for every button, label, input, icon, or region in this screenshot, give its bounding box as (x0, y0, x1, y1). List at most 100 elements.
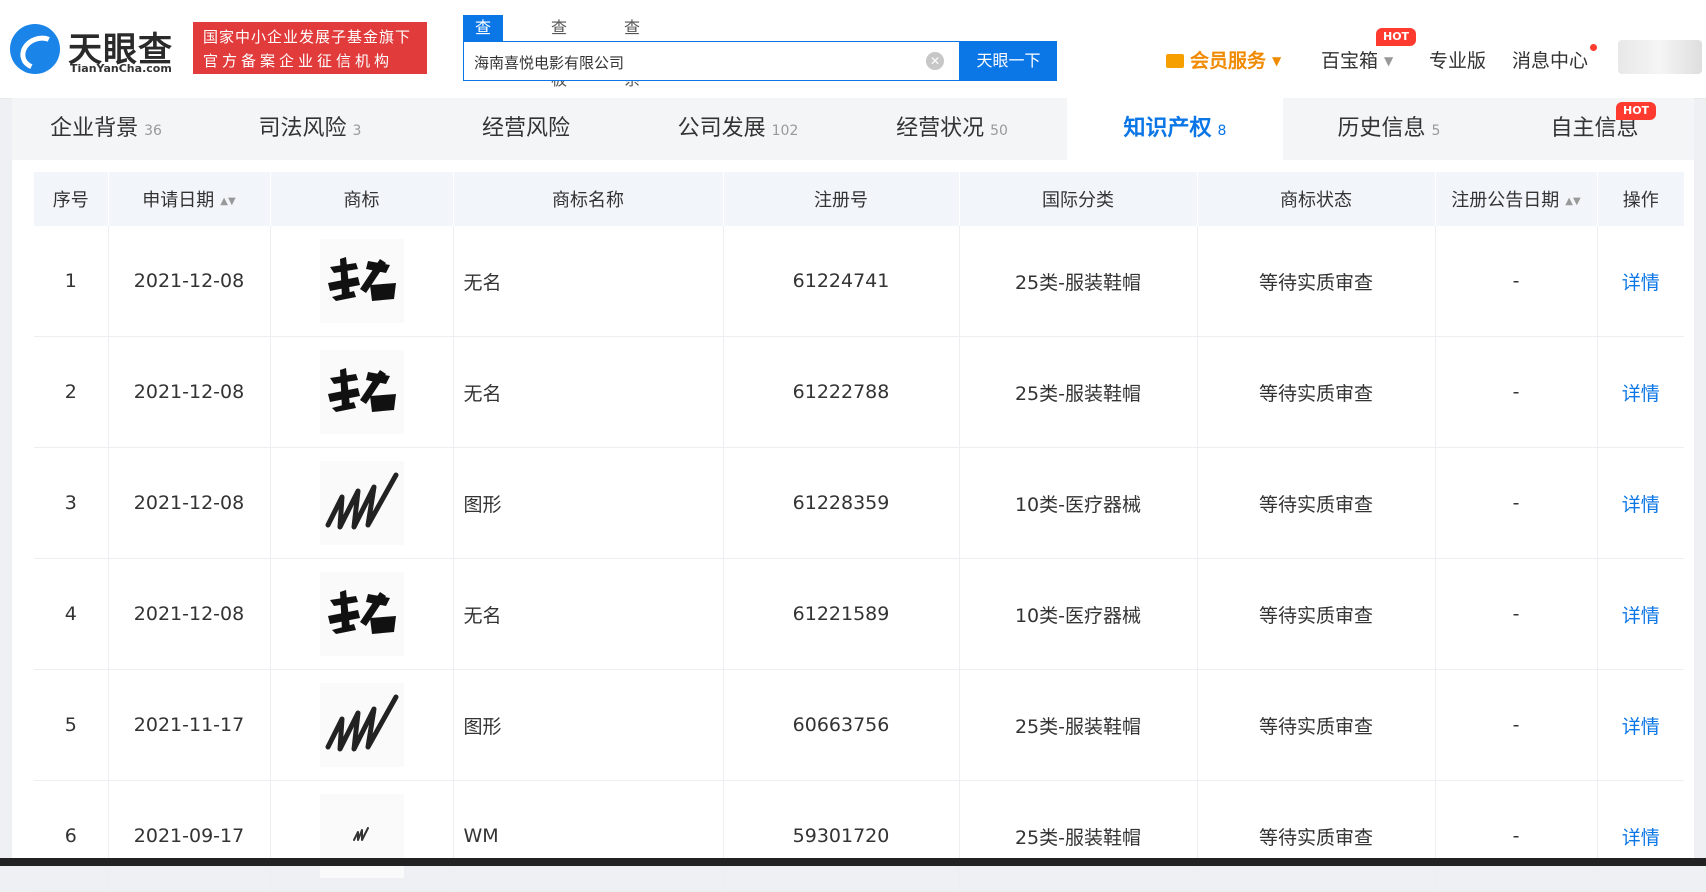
cell-reg-no: 61222788 (723, 336, 960, 448)
tab-history-info[interactable]: 历史信息 5 (1283, 98, 1495, 160)
pro-version-link[interactable]: 专业版 (1429, 46, 1486, 73)
table-header-row: 序号 申请日期 ▲▼ 商标 商标名称 注册号 国际分类 商标状态 注册公告日期 ▲▼… (34, 172, 1684, 226)
cell-reg-no: 59301720 (723, 780, 960, 892)
message-center-link[interactable]: 消息中心 (1512, 46, 1588, 73)
scribble-trademark-image[interactable] (319, 683, 404, 767)
tab-count: 8 (1217, 123, 1227, 139)
tab-label: 公司发展 (677, 116, 766, 141)
tab-label: 知识产权 (1123, 116, 1212, 141)
self-info-hot-badge: HOT (1616, 102, 1657, 120)
chevron-down-icon: ▼ (1384, 54, 1394, 68)
cell-no: 5 (34, 669, 109, 781)
cell-pub-date: - (1435, 226, 1598, 337)
col-header-no: 序号 (34, 172, 109, 226)
table-row: 4 2021-12-08 无名 61221589 10类-医疗器械 等待实质审查… (34, 558, 1684, 670)
tab-company-development[interactable]: 公司发展 102 (632, 98, 844, 160)
bottom-edge (0, 858, 1706, 866)
top-header: 天眼查 TianYanCha.com 国家中小企业发展子基金旗下 官方备案企业征… (0, 0, 1706, 99)
detail-link[interactable]: 详情 (1597, 558, 1684, 670)
cell-trademark (270, 226, 454, 337)
tab-judicial-risk[interactable]: 司法风险 3 (200, 98, 420, 160)
sort-icon[interactable]: ▲▼ (220, 196, 235, 207)
cell-status: 等待实质审查 (1197, 780, 1436, 892)
detail-link[interactable]: 详情 (1597, 447, 1684, 559)
wuming-trademark-image[interactable] (319, 239, 404, 323)
col-header-pub-date[interactable]: 注册公告日期 ▲▼ (1435, 172, 1598, 226)
crown-icon (1166, 54, 1184, 68)
toolbox-hot-badge: HOT (1376, 28, 1417, 46)
tab-self-info[interactable]: 自主信息 (1495, 98, 1694, 160)
clear-icon[interactable]: ✕ (926, 52, 944, 70)
detail-link[interactable]: 详情 (1597, 669, 1684, 781)
search-box: ✕ (463, 41, 960, 81)
detail-link[interactable]: 详情 (1597, 226, 1684, 337)
cell-intl-class: 25类-服装鞋帽 (959, 669, 1198, 781)
cell-no: 1 (34, 226, 109, 337)
tab-count: 3 (352, 123, 362, 139)
search-input[interactable] (472, 50, 916, 74)
cell-intl-class: 25类-服装鞋帽 (959, 336, 1198, 448)
cell-no: 3 (34, 447, 109, 559)
trademark-table: 序号 申请日期 ▲▼ 商标 商标名称 注册号 国际分类 商标状态 注册公告日期 ▲▼… (34, 172, 1684, 892)
cell-no: 2 (34, 336, 109, 448)
cell-reg-no: 61228359 (723, 447, 960, 559)
cell-status: 等待实质审查 (1197, 558, 1436, 670)
col-header-intl-class: 国际分类 (959, 172, 1198, 226)
scribble-trademark-image[interactable] (319, 461, 404, 545)
slogan-line-2: 官方备案企业征信机构 (203, 52, 394, 70)
cell-apply-date: 2021-11-17 (108, 669, 271, 781)
col-header-action: 操作 (1597, 172, 1684, 226)
cell-trademark-name: 无名 (453, 226, 724, 337)
tab-intellectual-property[interactable]: 知识产权 8 (1067, 98, 1283, 160)
table-row: 2 2021-12-08 无名 61222788 25类-服装鞋帽 等待实质审查… (34, 336, 1684, 448)
cell-trademark (270, 447, 454, 559)
table-row: 5 2021-11-17 图形 60663756 25类-服装鞋帽 等待实质审查… (34, 669, 1684, 781)
wuming-trademark-image[interactable] (319, 572, 404, 656)
toolbox-menu[interactable]: 百宝箱 ▼ (1321, 46, 1393, 73)
cell-trademark (270, 780, 454, 892)
avatar[interactable] (1618, 40, 1702, 74)
cell-pub-date: - (1435, 780, 1598, 892)
eye-logo-icon (10, 24, 60, 74)
cell-apply-date: 2021-12-08 (108, 447, 271, 559)
cell-reg-no: 61224741 (723, 226, 960, 337)
cell-intl-class: 25类-服装鞋帽 (959, 226, 1198, 337)
cell-status: 等待实质审查 (1197, 226, 1436, 337)
chevron-down-icon: ▼ (1272, 54, 1282, 68)
search-button[interactable]: 天眼一下 (960, 41, 1057, 81)
search-tab-relation[interactable]: 查关系 (624, 15, 640, 89)
table-row: 3 2021-12-08 图形 61228359 10类-医疗器械 等待实质审查… (34, 447, 1684, 559)
cell-pub-date: - (1435, 336, 1598, 448)
cell-intl-class: 25类-服装鞋帽 (959, 780, 1198, 892)
cell-trademark-name: WM (453, 780, 724, 892)
tab-count: 36 (144, 123, 162, 139)
member-service-menu[interactable]: 会员服务 ▼ (1166, 46, 1281, 73)
site-logo[interactable]: 天眼查 TianYanCha.com (10, 22, 182, 76)
tab-label: 司法风险 (258, 116, 347, 141)
cell-apply-date: 2021-12-08 (108, 558, 271, 670)
cell-trademark (270, 336, 454, 448)
cell-trademark (270, 558, 454, 670)
cell-pub-date: - (1435, 558, 1598, 670)
cell-intl-class: 10类-医疗器械 (959, 558, 1198, 670)
wuming-trademark-image[interactable] (319, 350, 404, 434)
tab-label: 经营风险 (481, 116, 570, 141)
col-header-label: 申请日期 (142, 190, 215, 211)
tab-label: 经营状况 (896, 116, 985, 141)
cell-status: 等待实质审查 (1197, 669, 1436, 781)
cell-apply-date: 2021-12-08 (108, 336, 271, 448)
detail-link[interactable]: 详情 (1597, 780, 1684, 892)
col-header-trademark: 商标 (270, 172, 454, 226)
unread-dot (1590, 44, 1597, 51)
cell-status: 等待实质审查 (1197, 336, 1436, 448)
tab-operation-status[interactable]: 经营状况 50 (844, 98, 1060, 160)
tab-enterprise-background[interactable]: 企业背景 36 (12, 98, 200, 160)
search-tab-company[interactable]: 查公司 (463, 15, 504, 89)
sort-icon[interactable]: ▲▼ (1565, 196, 1580, 207)
tab-operation-risk[interactable]: 经营风险 (420, 98, 632, 160)
col-header-apply-date[interactable]: 申请日期 ▲▼ (108, 172, 271, 226)
search-tab-boss[interactable]: 查老板 (551, 15, 567, 89)
cell-trademark-name: 无名 (453, 558, 724, 670)
cell-trademark-name: 图形 (453, 669, 724, 781)
detail-link[interactable]: 详情 (1597, 336, 1684, 448)
